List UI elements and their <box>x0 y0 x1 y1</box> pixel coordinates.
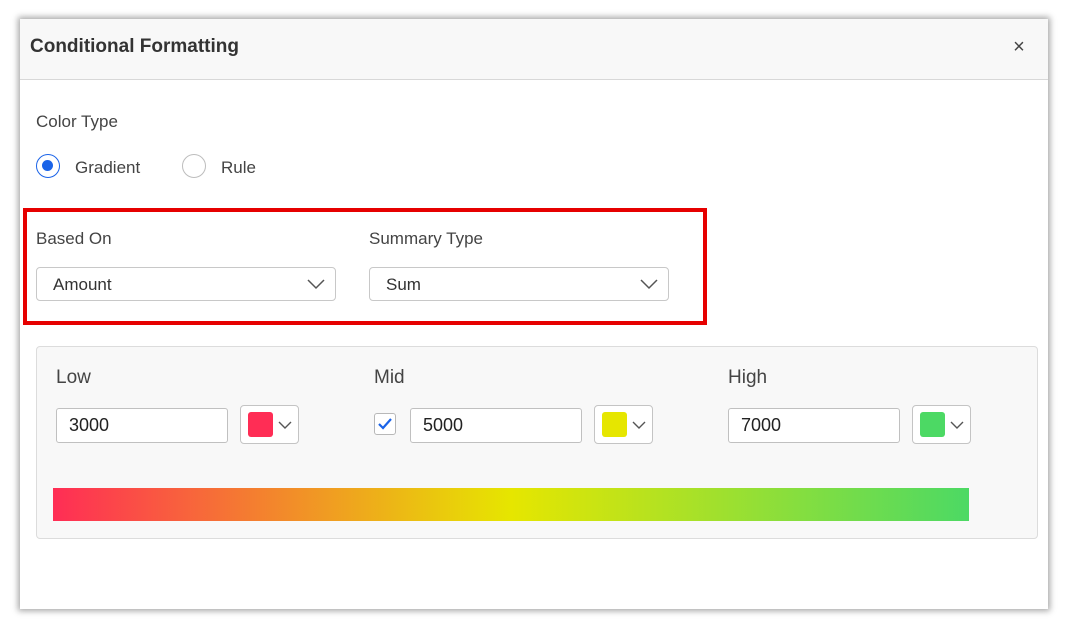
summary-type-value: Sum <box>386 275 421 294</box>
conditional-formatting-dialog: Conditional Formatting × Color Type Grad… <box>20 19 1048 609</box>
close-icon[interactable]: × <box>1008 35 1030 59</box>
chevron-down-icon <box>950 421 964 429</box>
based-on-label: Based On <box>36 229 112 248</box>
low-label: Low <box>56 367 91 388</box>
high-value-input[interactable] <box>728 408 900 443</box>
chevron-down-icon <box>307 279 325 290</box>
mid-value-input[interactable] <box>410 408 582 443</box>
based-on-dropdown[interactable]: Amount <box>36 267 336 301</box>
high-color-swatch <box>920 412 945 437</box>
gradient-preview-bar <box>53 488 969 521</box>
summary-type-dropdown[interactable]: Sum <box>369 267 669 301</box>
chevron-down-icon <box>278 421 292 429</box>
mid-color-picker[interactable] <box>594 405 653 444</box>
based-on-value: Amount <box>53 275 112 294</box>
check-icon <box>378 418 392 430</box>
chevron-down-icon <box>640 279 658 290</box>
low-color-swatch <box>248 412 273 437</box>
color-type-label: Color Type <box>36 112 118 131</box>
radio-gradient-label[interactable]: Gradient <box>75 158 140 178</box>
low-color-picker[interactable] <box>240 405 299 444</box>
radio-gradient[interactable] <box>36 154 60 178</box>
low-value-input[interactable] <box>56 408 228 443</box>
radio-rule[interactable] <box>182 154 206 178</box>
dialog-title: Conditional Formatting <box>30 36 239 57</box>
mid-enabled-checkbox[interactable] <box>374 413 396 435</box>
high-label: High <box>728 367 768 388</box>
mid-label: Mid <box>374 367 405 388</box>
chevron-down-icon <box>632 421 646 429</box>
mid-color-swatch <box>602 412 627 437</box>
dialog-header: Conditional Formatting × <box>20 19 1048 80</box>
radio-rule-label[interactable]: Rule <box>221 158 256 178</box>
high-color-picker[interactable] <box>912 405 971 444</box>
summary-type-label: Summary Type <box>369 229 484 248</box>
